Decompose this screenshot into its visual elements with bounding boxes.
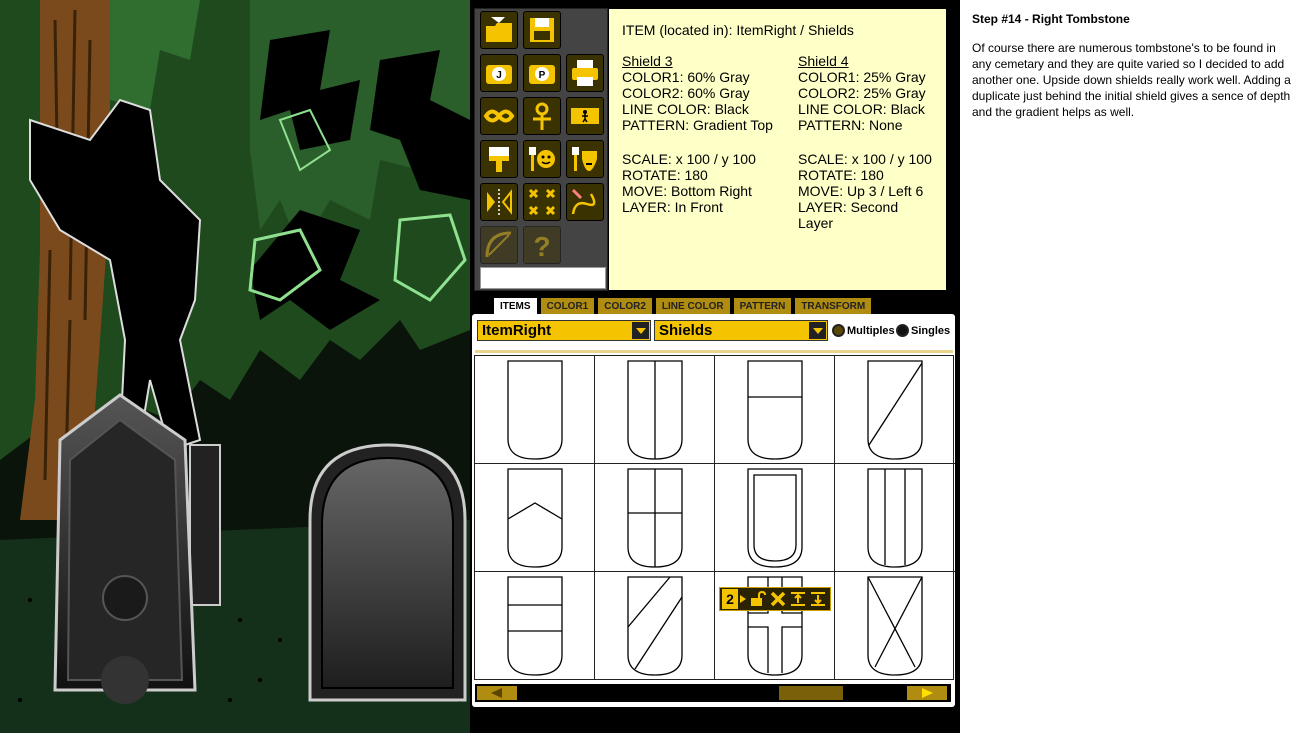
layer-number: 2 [722, 589, 738, 609]
category-dropdown-value: ItemRight [482, 322, 552, 339]
open-icon[interactable] [480, 11, 518, 49]
layer-controls: 2 [719, 587, 831, 611]
shield-chief[interactable] [715, 356, 835, 464]
step-description: Step #14 - Right Tombstone Of course the… [972, 12, 1292, 120]
shield4-rotate: ROTATE: 180 [798, 167, 884, 183]
shield-plain[interactable] [475, 356, 595, 464]
save-icon[interactable] [523, 11, 561, 49]
tab-transform[interactable]: TRANSFORM [795, 298, 872, 314]
svg-text:P: P [539, 70, 546, 81]
shield-saltire[interactable] [835, 572, 955, 680]
shield3-move: MOVE: Bottom Right [622, 183, 752, 199]
horizontal-scrollbar[interactable] [475, 684, 951, 702]
shield4-line-color: LINE COLOR: Black [798, 101, 925, 117]
toolbar: J P ? [474, 8, 608, 291]
toolbar-text-input[interactable] [480, 267, 606, 289]
bow-icon[interactable] [480, 226, 518, 264]
tab-bar: ITEMS COLOR1 COLOR2 LINE COLOR PATTERN T… [494, 298, 875, 314]
tab-line-color[interactable]: LINE COLOR [655, 298, 730, 314]
ankh-icon[interactable] [523, 97, 561, 135]
draw-icon[interactable] [566, 183, 604, 221]
shield3-scale: SCALE: x 100 / y 100 [622, 151, 756, 167]
radio-icon [832, 324, 845, 337]
scroll-thumb[interactable] [779, 686, 843, 700]
beard-brush-icon[interactable] [566, 140, 604, 178]
shield-bend[interactable] [835, 356, 955, 464]
shield4-pattern: PATTERN: None [798, 117, 903, 133]
shield-pale[interactable] [595, 356, 715, 464]
chevron-down-icon [809, 322, 826, 339]
divider [475, 350, 953, 353]
shield3-rotate: ROTATE: 180 [622, 167, 708, 183]
split-icon[interactable] [480, 183, 518, 221]
subcategory-dropdown[interactable]: Shields [654, 320, 828, 341]
print-icon[interactable] [566, 54, 604, 92]
help-icon[interactable]: ? [523, 226, 561, 264]
layer-next-icon[interactable] [738, 589, 748, 609]
shield4-layer: LAYER: Second [798, 199, 899, 215]
paint-brush-icon[interactable] [480, 140, 518, 178]
info-title: ITEM (located in): ItemRight / Shields [622, 22, 854, 38]
delete-icon[interactable] [768, 589, 788, 609]
shield4-move: MOVE: Up 3 / Left 6 [798, 183, 924, 199]
shield-grid: 2 [474, 355, 955, 680]
item-panel: ItemRight Shields Multiples Singles 2 [472, 314, 955, 707]
shield4-heading: Shield 4 [798, 53, 849, 69]
shield-quarterly[interactable] [595, 464, 715, 572]
info-panel: ITEM (located in): ItemRight / Shields S… [609, 9, 946, 290]
bring-forward-icon[interactable] [788, 589, 808, 609]
face-brush-icon[interactable] [523, 140, 561, 178]
svg-text:?: ? [533, 231, 550, 261]
shield3-pattern: PATTERN: Gradient Top [622, 117, 773, 133]
tab-color1[interactable]: COLOR1 [540, 298, 595, 314]
mask-icon[interactable] [480, 97, 518, 135]
figure-icon[interactable] [566, 97, 604, 135]
shield-pale-narrow[interactable] [835, 464, 955, 572]
shield3-line-color: LINE COLOR: Black [622, 101, 749, 117]
multiples-radio[interactable]: Multiples [832, 324, 895, 337]
shuffle-icon[interactable] [523, 183, 561, 221]
tab-items[interactable]: ITEMS [494, 298, 537, 314]
png-icon[interactable]: P [523, 54, 561, 92]
category-dropdown[interactable]: ItemRight [477, 320, 651, 341]
jpeg-icon[interactable]: J [480, 54, 518, 92]
subcategory-dropdown-value: Shields [659, 322, 713, 339]
shield3-color1: COLOR1: 60% Gray [622, 69, 750, 85]
chevron-down-icon [632, 322, 649, 339]
svg-text:J: J [496, 70, 502, 81]
shield-bend-diagonal[interactable] [595, 572, 715, 680]
shield-fess[interactable] [475, 572, 595, 680]
artwork-canvas[interactable] [0, 0, 470, 733]
tab-pattern[interactable]: PATTERN [733, 298, 792, 314]
singles-label: Singles [911, 324, 951, 337]
step-heading: Step #14 - Right Tombstone [972, 12, 1130, 26]
shield-bordure[interactable] [715, 464, 835, 572]
unlock-icon[interactable] [748, 589, 768, 609]
step-body: Of course there are numerous tombstone's… [972, 41, 1291, 119]
shield3-layer: LAYER: In Front [622, 199, 723, 215]
shield4-layer-cont: Layer [798, 215, 834, 231]
multiples-label: Multiples [847, 324, 895, 337]
shield3-color2: COLOR2: 60% Gray [622, 85, 750, 101]
scroll-left-icon[interactable] [477, 686, 517, 700]
shield4-color2: COLOR2: 25% Gray [798, 85, 926, 101]
radio-icon [896, 324, 909, 337]
shield4-column: Shield 4 COLOR1: 25% Gray COLOR2: 25% Gr… [798, 53, 958, 231]
shield-chevron[interactable] [475, 464, 595, 572]
tab-color2[interactable]: COLOR2 [598, 298, 652, 314]
send-backward-icon[interactable] [808, 589, 828, 609]
shield3-column: Shield 3 COLOR1: 60% Gray COLOR2: 60% Gr… [622, 53, 782, 215]
singles-radio[interactable]: Singles [896, 324, 950, 337]
scroll-right-icon[interactable] [907, 686, 947, 700]
shield4-scale: SCALE: x 100 / y 100 [798, 151, 932, 167]
shield3-heading: Shield 3 [622, 53, 673, 69]
shield4-color1: COLOR1: 25% Gray [798, 69, 926, 85]
